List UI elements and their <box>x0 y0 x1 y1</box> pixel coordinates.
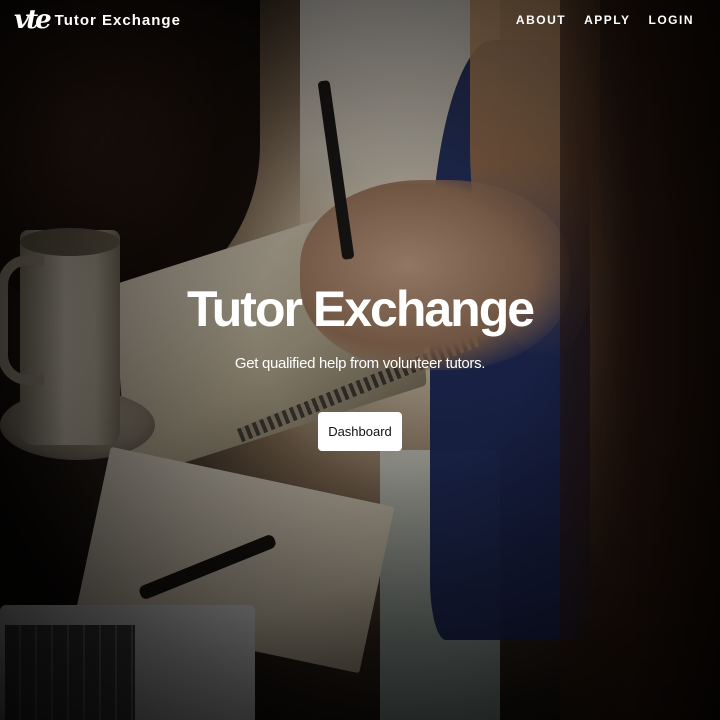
top-navbar: vte Tutor Exchange ABOUT APPLY LOGIN <box>0 0 720 40</box>
background-mug-rim <box>20 228 120 256</box>
hero-subtitle: Get qualified help from volunteer tutors… <box>234 355 486 372</box>
nav-link-about[interactable]: ABOUT <box>516 13 566 27</box>
nav-link-login[interactable]: LOGIN <box>649 13 695 27</box>
dashboard-button[interactable]: Dashboard <box>318 412 402 451</box>
nav-link-apply[interactable]: APPLY <box>584 13 630 27</box>
hero-content: Tutor Exchange Get qualified help from v… <box>0 282 720 451</box>
brand-logo-icon: vte <box>14 5 52 35</box>
nav-links: ABOUT APPLY LOGIN <box>516 13 694 27</box>
brand-link[interactable]: vte Tutor Exchange <box>14 7 181 33</box>
brand-name: Tutor Exchange <box>54 11 181 29</box>
hero-section: vte Tutor Exchange ABOUT APPLY LOGIN Tut… <box>0 0 720 720</box>
hero-title: Tutor Exchange <box>186 281 535 337</box>
background-laptop-keys <box>5 625 135 720</box>
